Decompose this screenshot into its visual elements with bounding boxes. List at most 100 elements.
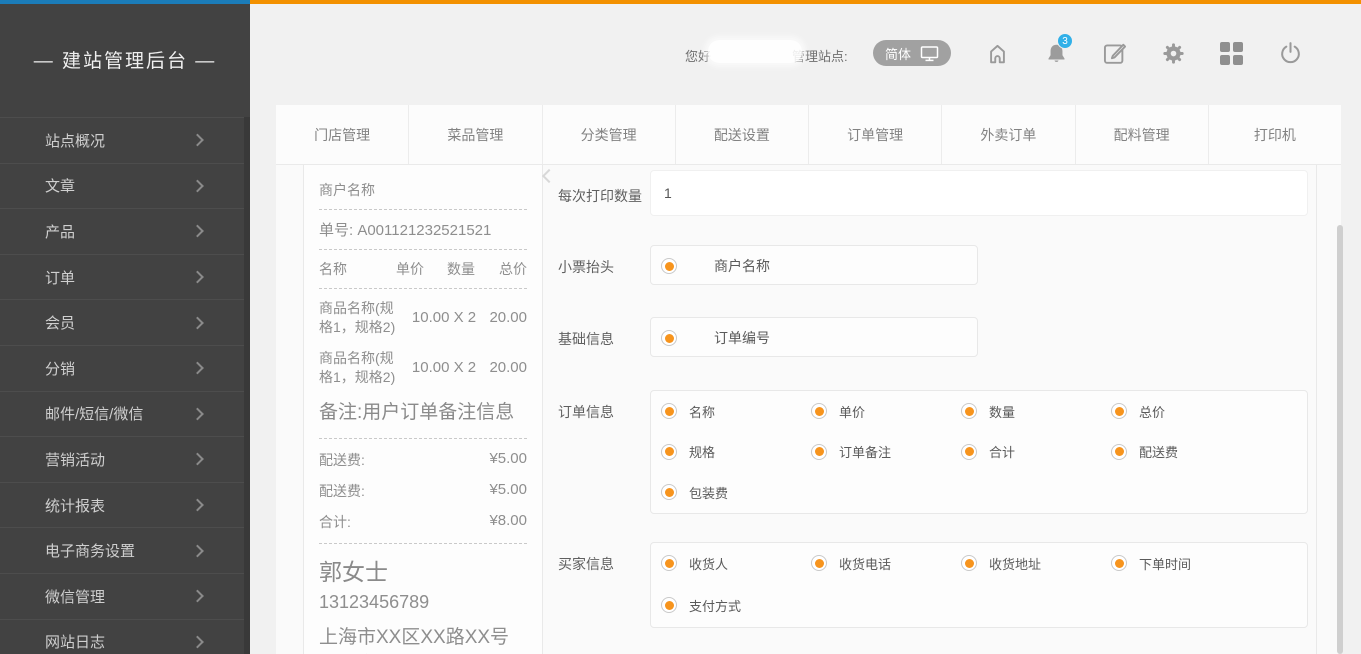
tab-store-management[interactable]: 门店管理 bbox=[276, 105, 409, 164]
content-scrollbar[interactable] bbox=[1337, 225, 1343, 654]
print-count-input[interactable] bbox=[651, 171, 1307, 215]
receipt-fee-row: 配送费: ¥5.00 bbox=[319, 481, 527, 501]
chevron-right-icon bbox=[191, 134, 204, 147]
home-button[interactable] bbox=[983, 39, 1011, 67]
receipt-order-number: 单号: A001121232521521 bbox=[319, 219, 527, 240]
sidebar-item-distribution[interactable]: 分销 bbox=[0, 345, 250, 391]
sidebar-item-members[interactable]: 会员 bbox=[0, 299, 250, 345]
basic-info-group: 订单编号 bbox=[650, 317, 978, 357]
radio-selected-icon[interactable] bbox=[1111, 555, 1127, 571]
collapse-preview-caret-icon[interactable] bbox=[542, 169, 556, 183]
radio-selected-icon[interactable] bbox=[811, 403, 827, 419]
chevron-right-icon bbox=[191, 180, 204, 193]
receipt-item-row: 商品名称(规格1，规格2) 10.00 X 2 20.00 bbox=[319, 349, 527, 387]
chevron-right-icon bbox=[191, 635, 204, 648]
basic-info-label: 基础信息 bbox=[558, 329, 614, 349]
radio-option-unit-price[interactable]: 单价 bbox=[811, 391, 961, 431]
sidebar-item-articles[interactable]: 文章 bbox=[0, 163, 250, 209]
tab-category-management[interactable]: 分类管理 bbox=[543, 105, 676, 164]
language-toggle-button[interactable]: 简体 bbox=[873, 40, 951, 66]
radio-option-order-number[interactable]: 订单编号 bbox=[661, 318, 977, 358]
sidebar-item-ecommerce-settings[interactable]: 电子商务设置 bbox=[0, 527, 250, 573]
monitor-icon bbox=[920, 45, 939, 62]
sidebar-item-statistics[interactable]: 统计报表 bbox=[0, 482, 250, 528]
apps-button[interactable] bbox=[1217, 39, 1245, 67]
radio-selected-icon[interactable] bbox=[661, 597, 677, 613]
sidebar-item-mail-sms-wechat[interactable]: 邮件/短信/微信 bbox=[0, 391, 250, 437]
radio-option-payment-method[interactable]: 支付方式 bbox=[661, 585, 811, 625]
radio-option-address[interactable]: 收货地址 bbox=[961, 543, 1111, 583]
print-count-field bbox=[650, 170, 1308, 216]
radio-option-subtotal[interactable]: 合计 bbox=[961, 432, 1111, 472]
buyer-info-group: 收货人 收货电话 收货地址 下单时间 支付方式 bbox=[650, 542, 1308, 628]
chevron-right-icon bbox=[191, 316, 204, 329]
radio-option-name[interactable]: 名称 bbox=[661, 391, 811, 431]
settings-button[interactable] bbox=[1159, 39, 1187, 67]
radio-option-consignee[interactable]: 收货人 bbox=[661, 543, 811, 583]
compose-button[interactable] bbox=[1100, 39, 1128, 67]
radio-option-order-time[interactable]: 下单时间 bbox=[1111, 543, 1261, 583]
home-icon bbox=[984, 40, 1011, 67]
tab-dish-management[interactable]: 菜品管理 bbox=[409, 105, 542, 164]
sidebar-scrollbar[interactable] bbox=[244, 117, 250, 654]
logout-button[interactable] bbox=[1276, 39, 1304, 67]
apps-grid-icon bbox=[1220, 42, 1243, 65]
receipt-total-row: 合计: ¥8.00 bbox=[319, 512, 527, 532]
radio-selected-icon[interactable] bbox=[1111, 403, 1127, 419]
radio-option-delivery-fee[interactable]: 配送费 bbox=[1111, 432, 1261, 472]
chevron-right-icon bbox=[191, 225, 204, 238]
tab-takeout-orders[interactable]: 外卖订单 bbox=[942, 105, 1075, 164]
tab-bar: 门店管理 菜品管理 分类管理 配送设置 订单管理 外卖订单 配料管理 打印机 bbox=[276, 105, 1341, 165]
tab-order-management[interactable]: 订单管理 bbox=[809, 105, 942, 164]
notifications-button[interactable]: 3 bbox=[1042, 39, 1070, 67]
radio-selected-icon[interactable] bbox=[811, 555, 827, 571]
sidebar-item-marketing[interactable]: 营销活动 bbox=[0, 436, 250, 482]
radio-option-order-note[interactable]: 订单备注 bbox=[811, 432, 961, 472]
radio-option-quantity[interactable]: 数量 bbox=[961, 391, 1111, 431]
radio-selected-icon[interactable] bbox=[1111, 444, 1127, 460]
receipt-note: 备注:用户订单备注信息 bbox=[319, 399, 527, 427]
divider bbox=[319, 209, 527, 210]
receipt-table-header: 名称 单价 数量 总价 bbox=[319, 259, 527, 279]
chevron-right-icon bbox=[191, 499, 204, 512]
power-icon bbox=[1277, 40, 1304, 67]
radio-selected-icon[interactable] bbox=[961, 555, 977, 571]
sidebar-item-site-logs[interactable]: 网站日志 bbox=[0, 619, 250, 654]
divider bbox=[319, 288, 527, 289]
radio-selected-icon[interactable] bbox=[811, 444, 827, 460]
radio-selected-icon[interactable] bbox=[961, 403, 977, 419]
radio-option-total-price[interactable]: 总价 bbox=[1111, 391, 1261, 431]
radio-option-spec[interactable]: 规格 bbox=[661, 432, 811, 472]
sidebar-menu: 站点概况 文章 产品 订单 会员 分销 邮件/短信/微信 营销活动 统计报表 电… bbox=[0, 117, 250, 654]
sidebar-item-site-overview[interactable]: 站点概况 bbox=[0, 117, 250, 163]
tab-ingredient-management[interactable]: 配料管理 bbox=[1076, 105, 1209, 164]
tab-delivery-settings[interactable]: 配送设置 bbox=[676, 105, 809, 164]
receipt-preview: 商户名称 单号: A001121232521521 名称 单价 数量 总价 商品… bbox=[303, 165, 543, 654]
radio-selected-icon[interactable] bbox=[661, 258, 677, 274]
radio-selected-icon[interactable] bbox=[661, 403, 677, 419]
chevron-right-icon bbox=[191, 271, 204, 284]
sidebar-item-orders[interactable]: 订单 bbox=[0, 254, 250, 300]
radio-option-packing-fee[interactable]: 包装费 bbox=[661, 472, 811, 512]
sidebar-item-products[interactable]: 产品 bbox=[0, 208, 250, 254]
radio-selected-icon[interactable] bbox=[961, 444, 977, 460]
radio-option-phone[interactable]: 收货电话 bbox=[811, 543, 961, 583]
compose-icon bbox=[1101, 40, 1128, 67]
chevron-right-icon bbox=[191, 453, 204, 466]
radio-option-merchant-name[interactable]: 商户名称 bbox=[661, 246, 977, 286]
radio-selected-icon[interactable] bbox=[661, 444, 677, 460]
receipt-header-group: 商户名称 bbox=[650, 245, 978, 285]
sidebar-item-wechat-management[interactable]: 微信管理 bbox=[0, 573, 250, 619]
chevron-right-icon bbox=[191, 590, 204, 603]
app-title: — 建站管理后台 — bbox=[0, 46, 250, 73]
tab-printer[interactable]: 打印机 bbox=[1209, 105, 1341, 164]
divider bbox=[319, 543, 527, 544]
chevron-right-icon bbox=[191, 362, 204, 375]
sidebar: — 建站管理后台 — 站点概况 文章 产品 订单 会员 分销 邮件/短信/微信 … bbox=[0, 4, 250, 654]
top-strip-orange bbox=[250, 0, 1361, 4]
radio-selected-icon[interactable] bbox=[661, 555, 677, 571]
chevron-right-icon bbox=[191, 407, 204, 420]
radio-selected-icon[interactable] bbox=[661, 484, 677, 500]
radio-selected-icon[interactable] bbox=[661, 330, 677, 346]
receipt-customer-phone: 13123456789 bbox=[319, 592, 527, 613]
